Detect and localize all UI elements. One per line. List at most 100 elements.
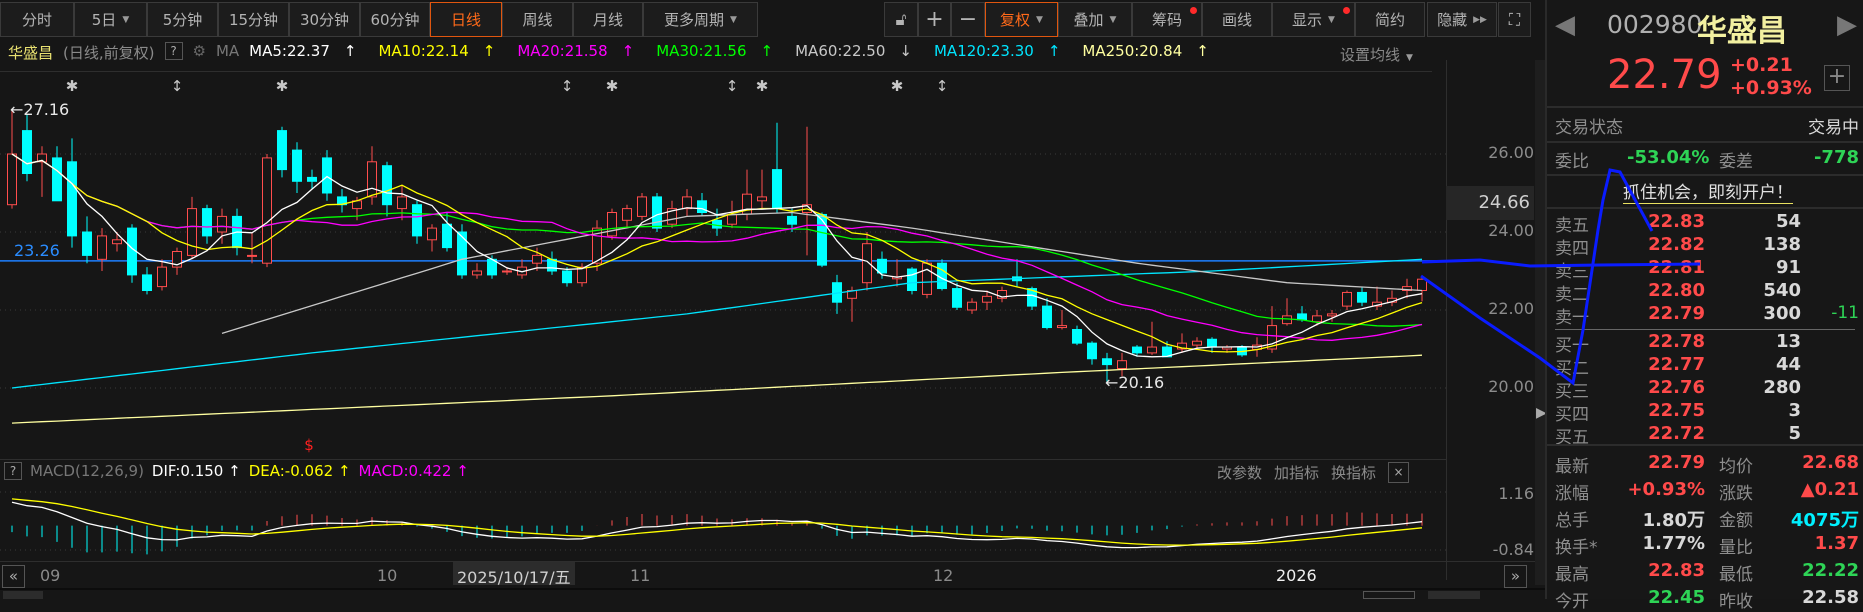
stat-label: 最新 [1555,457,1589,477]
level-label: 买四 [1555,405,1589,425]
candle [697,193,707,217]
stat-label: 涨幅 [1555,484,1589,504]
candle [322,150,332,201]
candle-body [1417,278,1427,292]
candle [1012,259,1022,287]
candle-body [607,212,617,237]
level-label: 卖二 [1555,285,1589,305]
candle [832,274,842,314]
bottom-tab[interactable] [1428,591,1480,599]
candle-body [562,270,572,284]
candle-body [247,254,257,257]
price-tick: 24.00 [1488,221,1534,240]
candle-body [967,301,977,311]
candle-body [727,213,737,225]
candle [292,142,302,193]
stat-label: 量比 [1719,538,1753,558]
candle-body [1357,291,1367,303]
candle [622,204,632,229]
event-marker: ✱ [276,77,289,95]
time-label-dec: 12 [933,566,954,585]
event-marker: ↕ [936,77,949,95]
candle [1342,290,1352,310]
candle [277,126,287,178]
candle-body [1312,315,1322,323]
level-qty: 54 [1775,211,1801,232]
candle [427,224,437,252]
scroll-right-button[interactable]: » [1504,565,1527,588]
wc-label: 委差 [1719,152,1753,172]
stat-value: +0.93% [1627,479,1705,500]
candle [1177,333,1187,353]
candle [1417,277,1427,302]
candle [637,193,647,221]
level-qty: 3 [1788,400,1801,421]
candle-body [877,258,887,274]
stat-value: 22.58 [1802,587,1859,608]
level-label: 卖一 [1555,308,1589,328]
event-marker: ✱ [606,77,619,95]
ma10-line [11,153,1423,353]
status-label: 交易状态 [1555,118,1623,138]
candle [112,232,122,252]
candle [397,185,407,221]
candle [7,108,17,209]
stock-code: 002980 [1607,10,1703,39]
candle-body [427,227,437,241]
candle [682,189,692,217]
candle-body [787,215,797,225]
last-price: 22.79 [1607,52,1722,98]
bottom-tab[interactable] [1363,591,1415,599]
event-marker: ↕ [726,77,739,95]
candle-body [217,215,227,233]
stat-value: 1.77% [1642,533,1705,554]
low-price-label: ←20.16 [1105,373,1164,392]
kline-chart[interactable]: 23.26 ✱ ↕ ✱ ↕ ✱ ↕ ✱ ✱ ↕ $ ←27.16 ←20.16 [0,0,1446,560]
candle-body [697,200,707,214]
wb-value: -53.04% [1627,147,1710,168]
candle-body [292,149,302,182]
prev-stock-icon[interactable]: ◀ [1555,10,1575,40]
candle [127,224,137,283]
dividend-marker: $ [304,436,314,454]
candle [892,259,902,287]
level-price: 22.82 [1648,234,1705,255]
panel-toggle-strip[interactable] [1535,60,1545,585]
candle-body [397,196,407,210]
fullscreen-button[interactable]: ⛶ [1498,2,1531,37]
time-cursor-label: 2025/10/17/五 [453,562,575,587]
add-watchlist-button[interactable]: + [1824,65,1850,91]
open-account-ad[interactable]: 抓住机会，即刻开户！ [1623,178,1793,204]
candle [457,224,467,279]
candle [22,115,32,182]
bottom-tab[interactable] [3,591,43,599]
macd-axis-top: 1.16 [1498,484,1534,503]
ma30-line [11,153,1423,327]
candle [1057,310,1067,330]
candle [1357,286,1367,307]
candle-body [82,231,92,256]
candle [937,259,947,291]
candle-body [382,165,392,206]
candle-body [52,157,62,202]
scroll-left-button[interactable]: « [2,565,25,588]
candle-body [457,231,467,276]
candle-body [1117,360,1127,370]
candle-body [652,196,662,229]
stat-value: 22.45 [1648,587,1705,608]
price-tick: 22.00 [1488,299,1534,318]
candle [1087,341,1097,365]
stock-title: 华盛昌 [1697,14,1787,49]
candle-body [757,196,767,202]
macd-axis-bottom: -0.84 [1492,540,1534,559]
next-stock-icon[interactable]: ▶ [1837,10,1857,40]
candle-body [1297,313,1307,321]
candle [907,267,917,295]
price-tick: 26.00 [1488,143,1534,162]
level-qty: 280 [1763,377,1801,398]
candle-body [187,208,197,256]
candle [187,196,197,260]
time-label-oct: 10 [377,566,398,585]
candle [1387,290,1397,307]
level-label: 卖三 [1555,262,1589,282]
